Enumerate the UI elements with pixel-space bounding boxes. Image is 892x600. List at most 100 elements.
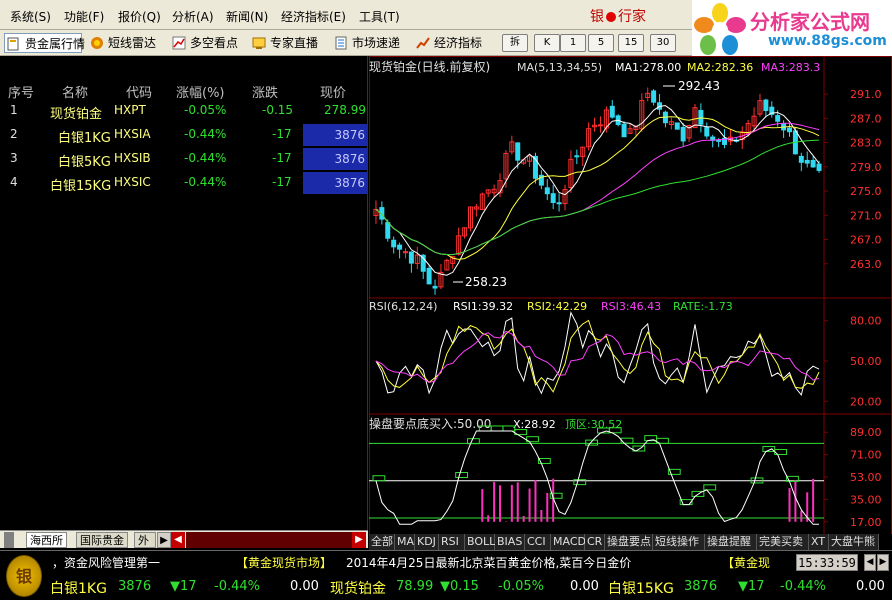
signal-block <box>490 425 504 432</box>
high-price-label: 292.43 <box>678 79 720 93</box>
tab-intl-precious[interactable]: 国际贵金 <box>76 532 128 548</box>
ma4-line <box>375 139 820 256</box>
rsi-tick-label: 50.00 <box>850 355 882 368</box>
table-row[interactable]: 1 现货铂金 HXPT -0.05% -0.15 278.99 <box>0 100 368 122</box>
candle-body <box>698 109 704 125</box>
ticker-quote-name[interactable]: 现货铂金 <box>330 578 386 598</box>
horizontal-scrollbar[interactable] <box>186 532 352 548</box>
ticker-quote-pct: -0.44% <box>780 579 826 594</box>
tab-scroll-handle[interactable] <box>4 532 14 548</box>
split-button[interactable]: 拆 <box>502 34 528 52</box>
ticker-quote-name[interactable]: 白银15KG <box>608 578 674 598</box>
period-1-button[interactable]: 1 <box>560 34 586 52</box>
header-no[interactable]: 序号 <box>8 82 34 101</box>
header-name[interactable]: 名称 <box>62 82 88 101</box>
ticker-quote-price: 3876 <box>118 579 152 594</box>
indicator-tab[interactable]: XT <box>809 534 829 550</box>
indicator-tab[interactable]: KDJ <box>415 534 439 550</box>
brand-name: 银行家 <box>590 6 646 26</box>
table-row[interactable]: 4 白银15KG HXSIC -0.44% -17 3876 <box>0 172 368 194</box>
menu-economic[interactable]: 经济指标(E) <box>281 8 346 25</box>
indicator-tab[interactable]: 完美买卖 <box>757 534 809 550</box>
news-source[interactable]: 【黄金现货市场】 <box>236 554 332 571</box>
ticker-quote-price: 78.99 <box>396 579 434 594</box>
row-price: 278.99 <box>324 103 366 117</box>
row-pct: -0.44% <box>184 127 227 141</box>
period-30-button[interactable]: 30 <box>650 34 676 52</box>
candle-body <box>621 123 627 138</box>
menu-news[interactable]: 新闻(N) <box>226 8 268 25</box>
rsi-tick-label: 80.00 <box>850 315 882 328</box>
indicator-tab[interactable]: BOLL <box>465 534 495 550</box>
indicator-tab[interactable]: MACD <box>551 534 586 550</box>
ticker-prev-icon[interactable]: ◀ <box>864 554 876 571</box>
indicator-tab[interactable]: CCI <box>525 534 551 550</box>
candle-body <box>651 90 657 103</box>
ma2-value: MA2:282.36 <box>687 61 753 74</box>
logo-url: www.88gs.com <box>768 33 887 49</box>
period-5-button[interactable]: 5 <box>588 34 614 52</box>
news-prefix: ，资金风险管理第一 <box>52 556 161 570</box>
scroll-left-arrow-icon[interactable]: ◀ <box>171 532 185 548</box>
ma3-value: MA3:283.3 <box>761 61 820 74</box>
tab-forex[interactable]: 外 <box>134 532 156 548</box>
toolbar-label: 贵金属行情 <box>25 37 86 51</box>
rate-value: RATE:-1.73 <box>673 300 733 313</box>
tab-haixisuo[interactable]: 海西所 <box>26 532 67 548</box>
news-text[interactable]: 2014年4月25日最新北京菜百黄金价格,菜百今日金价 <box>346 554 631 571</box>
indicator-tab[interactable]: 短线操作 <box>653 534 705 550</box>
row-chg: -17 <box>272 127 292 141</box>
header-chg[interactable]: 涨跌 <box>252 82 278 101</box>
table-row[interactable]: 2 白银1KG HXSIA -0.44% -17 3876 <box>0 124 368 146</box>
menu-tools[interactable]: 工具(T) <box>359 8 400 25</box>
indicator-tab[interactable]: 大盘牛熊 <box>829 534 879 550</box>
header-code[interactable]: 代码 <box>126 82 152 101</box>
menu-quote[interactable]: 报价(Q) <box>118 8 161 25</box>
toolbar-short-radar[interactable]: 短线雷达 <box>88 33 156 53</box>
toolbar-market-express[interactable]: 市场速递 <box>332 33 400 53</box>
tab-next-arrow-icon[interactable]: ▶ <box>157 532 171 548</box>
row-name: 白银15KG <box>50 179 112 194</box>
toolbar-expert-live[interactable]: 专家直播 <box>250 33 318 53</box>
signal-block <box>372 475 386 482</box>
row-chg: -17 <box>272 151 292 165</box>
ticker-next-icon[interactable]: ▶ <box>877 554 889 571</box>
kline-chart[interactable]: 现货铂金(日线.前复权) MA(5,13,34,55) MA1:278.00 MA2:… <box>369 56 892 536</box>
ticker-quote-pct: -0.44% <box>214 579 260 594</box>
menu-function[interactable]: 功能(F) <box>64 8 104 25</box>
menu-system[interactable]: 系统(S) <box>10 8 51 25</box>
logo-title: 分析家公式网 <box>750 10 870 34</box>
indicator-tab[interactable]: 全部 <box>369 534 395 550</box>
candle-body <box>674 122 680 130</box>
candle-body <box>550 193 556 203</box>
toolbar-precious-metal-quotes[interactable]: 贵金属行情 <box>4 33 86 53</box>
indicator-tab[interactable]: 操盘要点 <box>605 534 653 550</box>
scroll-right-arrow-icon[interactable]: ▶ <box>352 532 366 548</box>
indicator-tab[interactable]: RSI <box>439 534 465 550</box>
period-15-button[interactable]: 15 <box>618 34 644 52</box>
candle-body <box>432 285 438 289</box>
signal-tick-label: 71.00 <box>850 449 882 462</box>
price-tick-label: 271.0 <box>850 209 882 222</box>
ticker-quote-name[interactable]: 白银1KG <box>50 578 107 598</box>
flower-logo-icon <box>694 3 746 55</box>
indicator-tab[interactable]: MA <box>395 534 415 550</box>
row-pct: -0.44% <box>184 175 227 189</box>
clock: 15:33:59 <box>796 554 858 571</box>
menu-analysis[interactable]: 分析(A) <box>172 8 214 25</box>
indicator-tab[interactable]: CR <box>585 534 605 550</box>
ticker-quote-volume: 0.00 <box>856 579 885 594</box>
indicator-tab[interactable]: BIAS <box>495 534 525 550</box>
price-tick-label: 263.0 <box>850 258 882 271</box>
table-row[interactable]: 3 白银5KG HXSIB -0.44% -17 3876 <box>0 148 368 170</box>
row-no: 4 <box>10 175 18 189</box>
header-price[interactable]: 现价 <box>320 82 346 101</box>
header-pct[interactable]: 涨幅(%) <box>176 82 225 101</box>
toolbar-long-short[interactable]: 多空看点 <box>170 33 238 53</box>
row-chg: -0.15 <box>262 103 294 117</box>
toolbar-economic-indicator[interactable]: 经济指标 <box>414 33 482 53</box>
indicator-tab[interactable]: 操盘提醒 <box>705 534 757 550</box>
ticker-quote-change: ▼17 <box>738 579 765 594</box>
kline-button[interactable]: K <box>534 34 560 52</box>
chart-title: 现货铂金(日线.前复权) <box>369 59 490 74</box>
